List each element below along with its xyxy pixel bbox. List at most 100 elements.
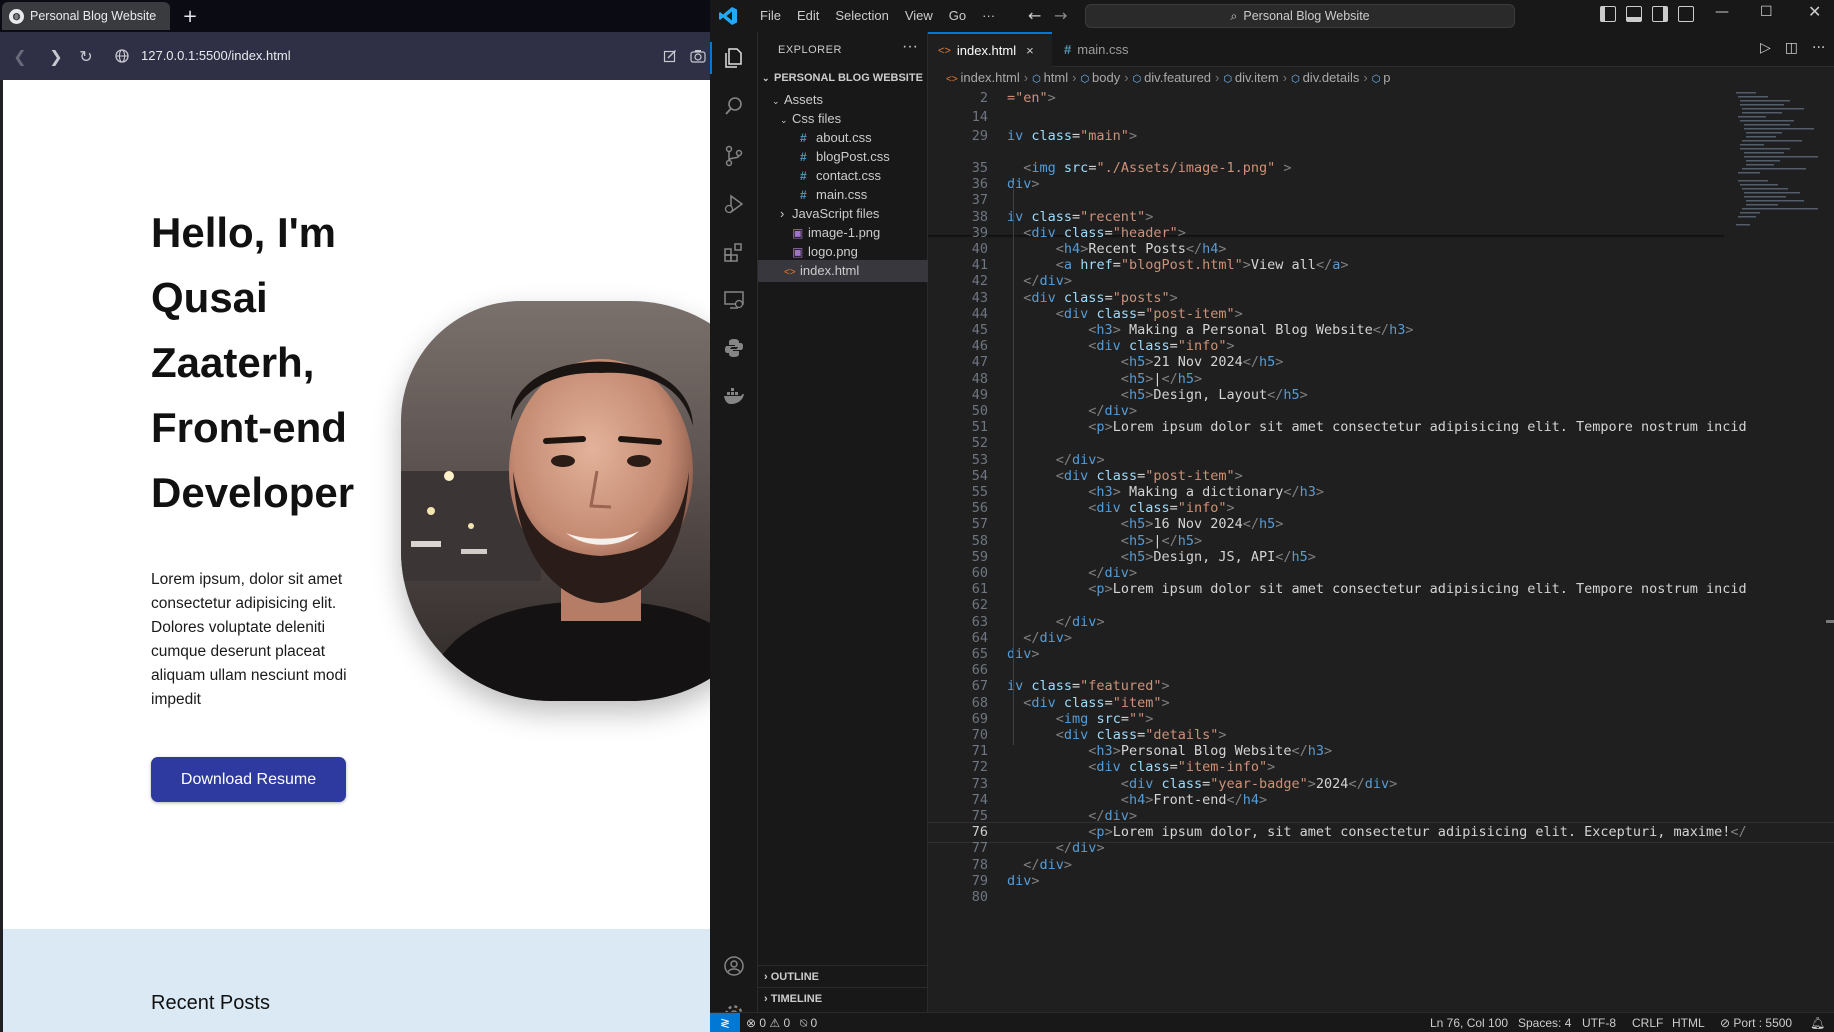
split-editor-icon[interactable]: ◫ — [1785, 40, 1798, 56]
tree-item-index-html[interactable]: <> index.html — [758, 260, 928, 282]
timeline-section[interactable]: › TIMELINE — [758, 987, 928, 1009]
remote-indicator-icon[interactable]: ≷ — [710, 1013, 740, 1032]
more-actions-icon[interactable]: ··· — [1812, 40, 1825, 56]
command-center-search[interactable]: ⌕ Personal Blog Website — [1085, 4, 1515, 28]
notifications-bell-icon[interactable]: 🔔︎ — [1810, 1013, 1825, 1032]
camera-icon[interactable] — [684, 42, 710, 70]
download-resume-button[interactable]: Download Resume — [151, 757, 346, 802]
encoding[interactable]: UTF-8 — [1582, 1013, 1616, 1032]
end-of-line[interactable]: CRLF — [1632, 1013, 1663, 1032]
toggle-panel-icon[interactable] — [1626, 6, 1642, 22]
customize-layout-icon[interactable] — [1678, 6, 1694, 22]
forward-arrow-icon[interactable]: ❯ — [42, 42, 70, 70]
language-mode[interactable]: HTML — [1672, 1013, 1705, 1032]
css-icon: # — [1064, 42, 1072, 57]
project-folder[interactable]: ⌄ PERSONAL BLOG WEBSITE — [758, 67, 928, 89]
problems-indicator[interactable]: ⊗ 0 ⚠ 0 — [746, 1013, 790, 1032]
menu-selection[interactable]: Selection — [827, 0, 896, 32]
files-icon[interactable] — [720, 44, 748, 72]
code-token: > — [1112, 743, 1121, 760]
tab-index-html[interactable]: <> index.html × — [928, 32, 1052, 67]
close-icon[interactable]: ✕ — [1808, 2, 1821, 21]
reload-icon[interactable]: ↻ — [72, 42, 100, 70]
breadcrumb-item[interactable]: index.html — [960, 70, 1019, 85]
docker-icon[interactable] — [720, 382, 748, 410]
tab-label: index.html — [956, 43, 1017, 58]
site-info-icon[interactable] — [108, 42, 136, 70]
minimap[interactable] — [1734, 90, 1824, 260]
close-tab-icon[interactable]: × — [1026, 43, 1034, 58]
new-tab-button[interactable]: + — [178, 4, 202, 28]
profile-photo — [401, 301, 710, 701]
indentation[interactable]: Spaces: 4 — [1518, 1013, 1571, 1032]
indent-guide — [1013, 185, 1014, 745]
ports-indicator[interactable]: ⍉ 0 — [800, 1013, 817, 1032]
code-token: h5 — [1291, 548, 1308, 565]
tree-item-label: Css files — [792, 111, 842, 126]
cursor-position[interactable]: Ln 76, Col 100 — [1430, 1013, 1508, 1032]
code-token: </ — [1348, 775, 1365, 792]
run-icon[interactable]: ▷ — [1760, 40, 1771, 56]
code-token: > — [1161, 678, 1170, 695]
breadcrumb-item[interactable]: div.featured — [1144, 70, 1211, 85]
minimize-icon[interactable]: — — [1715, 4, 1729, 20]
code-token: h5 — [1128, 370, 1146, 387]
tab-main-css[interactable]: # main.css — [1054, 32, 1164, 67]
nav-back-arrow-icon[interactable]: ← — [1028, 6, 1041, 25]
code-token: > — [1259, 791, 1268, 808]
code-token: </ — [1088, 808, 1105, 824]
explorer-more-actions[interactable]: ··· — [902, 38, 918, 56]
breadcrumb-item[interactable]: p — [1383, 70, 1390, 85]
breadcrumb-item[interactable]: div.item — [1235, 70, 1279, 85]
html-file-icon: <> — [946, 74, 961, 85]
code-token: > — [1234, 305, 1243, 322]
toggle-sidebar-icon[interactable] — [1600, 6, 1616, 22]
code-token: > — [1234, 467, 1243, 484]
editor-actions: ▷ ◫ ··· — [1760, 40, 1825, 56]
remote-explorer-icon[interactable] — [720, 286, 748, 314]
code-token: </ — [1023, 856, 1040, 873]
menu-view[interactable]: View — [897, 0, 941, 32]
browser-tab[interactable]: ◍ Personal Blog Website — [2, 2, 170, 30]
code-editor[interactable]: 35 <img src="./Assets/image-1.png" >36 di… — [928, 89, 1834, 1012]
search-icon[interactable] — [720, 92, 748, 120]
code-token: h3 — [1307, 743, 1325, 760]
code-token: Design, Layout — [1153, 386, 1268, 403]
breadcrumb-item[interactable]: body — [1092, 70, 1120, 85]
sticky-scroll-line[interactable]: 2 ="en"> — [928, 89, 1834, 108]
run-debug-icon[interactable] — [720, 190, 748, 218]
back-arrow-icon[interactable]: ❮ — [6, 42, 34, 70]
sticky-scroll-line[interactable]: 29 iv class="main"> — [928, 127, 1834, 146]
code-token: </ — [1315, 257, 1333, 274]
editor-scrollbar[interactable] — [1826, 620, 1834, 623]
maximize-icon[interactable]: ☐ — [1760, 4, 1773, 20]
code-token: < — [1055, 257, 1064, 274]
code-line[interactable]: 80 — [928, 888, 1834, 907]
address-bar[interactable]: 127.0.0.1:5500/index.html — [141, 48, 291, 63]
menu-more[interactable]: ··· — [974, 0, 1003, 32]
source-control-icon[interactable] — [720, 142, 748, 170]
menu-file[interactable]: File — [752, 0, 789, 32]
account-icon[interactable] — [720, 952, 748, 980]
code-token: "header" — [1112, 224, 1178, 241]
code-token: > — [1389, 775, 1398, 792]
breadcrumb-item[interactable]: div.details — [1303, 70, 1360, 85]
menu-go[interactable]: Go — [941, 0, 974, 32]
nav-forward-arrow-icon[interactable]: → — [1054, 6, 1067, 25]
extensions-icon[interactable] — [720, 238, 748, 266]
python-icon[interactable] — [720, 334, 748, 362]
code-token: div — [1072, 451, 1097, 468]
menu-edit[interactable]: Edit — [789, 0, 827, 32]
sticky-scroll-line[interactable]: 14 — [928, 108, 1834, 127]
edit-icon[interactable] — [656, 42, 684, 70]
outline-section[interactable]: › OUTLINE — [758, 965, 928, 987]
recent-posts-section — [3, 929, 710, 1032]
breadcrumb-item[interactable]: html — [1044, 70, 1069, 85]
live-server-port[interactable]: ⊘ Port : 5500 — [1720, 1013, 1792, 1032]
toggle-secondary-sidebar-icon[interactable] — [1652, 6, 1668, 22]
chevron-right-icon: › — [764, 971, 771, 983]
